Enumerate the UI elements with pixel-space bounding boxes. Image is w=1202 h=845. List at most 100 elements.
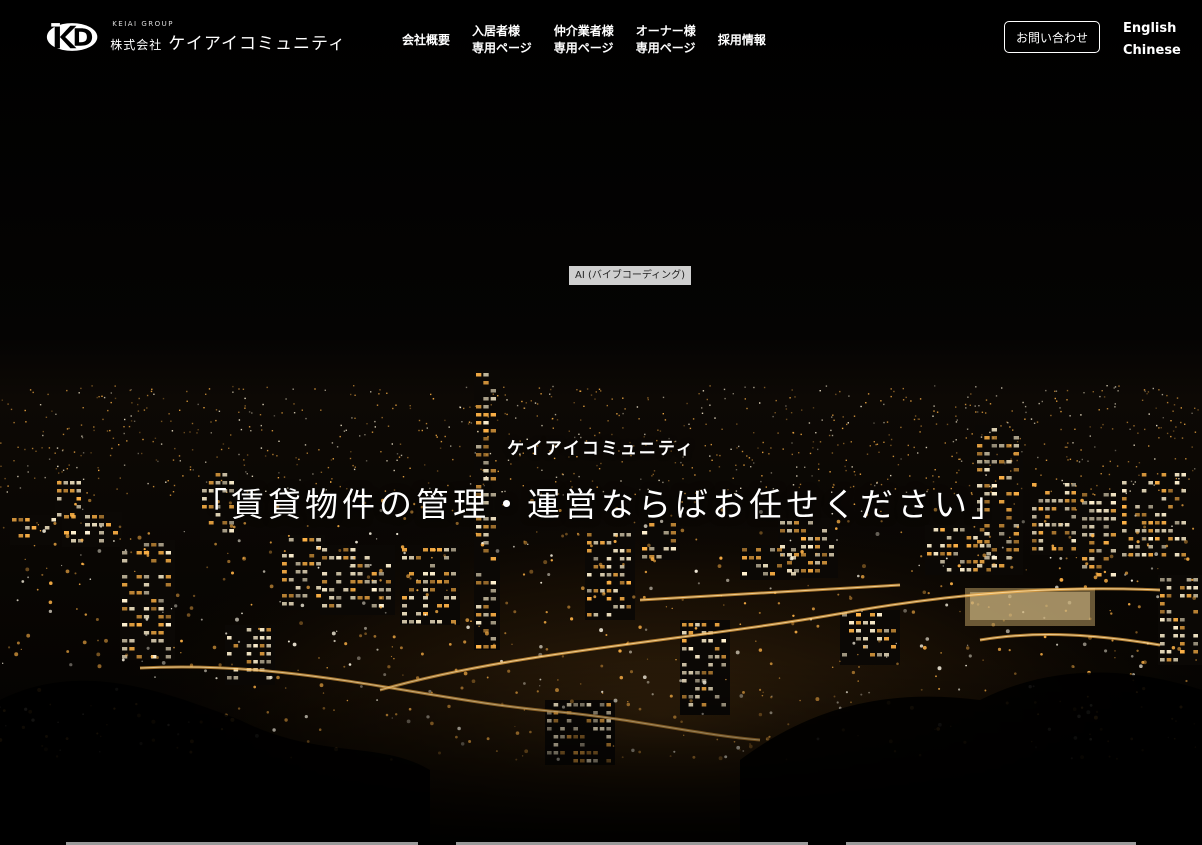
street-light <box>561 655 565 658</box>
window-light <box>977 564 983 568</box>
window-light <box>1168 529 1173 533</box>
window-light <box>259 628 265 632</box>
street-light <box>33 544 36 547</box>
street-light <box>1051 544 1055 548</box>
window-light <box>71 531 76 535</box>
nav-owner[interactable]: オーナー様 専用ページ <box>636 23 696 57</box>
nav-resident[interactable]: 入居者様 専用ページ <box>472 23 532 57</box>
street-light <box>318 657 320 659</box>
city-light <box>636 406 639 408</box>
city-light <box>421 429 423 432</box>
window-light <box>1082 565 1088 569</box>
city-light <box>638 418 640 420</box>
main-nav: 会社概要 入居者様 専用ページ 仲介業者様 専用ページ オーナー様 専用ページ … <box>402 22 788 58</box>
window-light <box>801 545 806 549</box>
city-light <box>1118 385 1120 387</box>
lang-english-link[interactable]: English <box>1123 18 1181 40</box>
city-light <box>652 473 654 476</box>
nav-recruit[interactable]: 採用情報 <box>718 32 766 49</box>
city-light <box>956 419 958 421</box>
city-light <box>1030 418 1033 420</box>
window-light <box>385 580 391 584</box>
window-light <box>688 623 694 627</box>
window-light <box>742 556 747 560</box>
city-light <box>1144 428 1146 431</box>
street-light <box>1075 556 1078 559</box>
window-light <box>714 623 720 627</box>
street-light <box>1146 544 1149 547</box>
window-light <box>1071 531 1076 535</box>
window-light <box>430 580 435 584</box>
city-light <box>444 419 446 422</box>
city-light <box>262 403 264 406</box>
street-light <box>262 570 266 573</box>
nav-agent[interactable]: 仲介業者様 専用ページ <box>554 23 614 57</box>
city-light <box>1011 410 1013 412</box>
window-light <box>1032 547 1037 551</box>
city-light <box>554 413 557 416</box>
street-light <box>74 572 77 575</box>
window-light <box>322 604 328 608</box>
city-light <box>622 412 624 415</box>
street-light <box>1082 642 1087 647</box>
window-light <box>587 613 592 617</box>
street-light <box>353 588 356 591</box>
window-light <box>437 604 442 608</box>
city-light <box>1184 423 1186 425</box>
window-light <box>143 631 150 635</box>
city-light <box>846 423 848 426</box>
city-light <box>354 394 356 396</box>
street-light <box>170 608 173 610</box>
window-light <box>1193 642 1198 646</box>
window-light <box>626 533 631 537</box>
window-light <box>151 631 157 635</box>
window-light <box>721 655 726 659</box>
window-light <box>870 653 875 657</box>
street-light <box>124 549 127 551</box>
city-light <box>1113 387 1115 389</box>
window-light <box>863 637 868 641</box>
window-light <box>476 581 482 585</box>
lang-chinese-link[interactable]: Chinese <box>1123 40 1181 62</box>
window-light <box>891 645 896 649</box>
city-light <box>273 415 276 417</box>
window-light <box>1071 547 1076 551</box>
window-light <box>151 607 157 611</box>
city-light <box>1172 410 1174 412</box>
contact-button[interactable]: お問い合わせ <box>1004 21 1100 53</box>
window-light <box>973 560 978 564</box>
window-light <box>606 597 612 601</box>
city-light <box>146 407 148 409</box>
city-light <box>732 393 734 395</box>
city-light <box>27 465 29 467</box>
city-light <box>477 430 479 433</box>
window-light <box>856 629 861 633</box>
nav-company[interactable]: 会社概要 <box>402 32 450 49</box>
city-light <box>1033 422 1036 424</box>
window-light <box>246 628 252 632</box>
city-light <box>965 407 967 409</box>
window-light <box>288 594 294 598</box>
window-light <box>613 573 618 577</box>
window-light <box>946 552 952 556</box>
window-light <box>593 557 599 561</box>
city-light <box>873 422 875 424</box>
window-light <box>490 389 496 393</box>
city-light <box>989 403 992 405</box>
window-light <box>253 644 258 648</box>
city-light <box>353 385 355 387</box>
street-light <box>448 643 452 646</box>
street-light <box>900 531 903 534</box>
logo-link[interactable]: KEIAI GROUP 株式会社 ケイアイコミュニティ <box>46 18 346 56</box>
window-light <box>490 597 496 601</box>
street-light <box>1059 578 1064 582</box>
street-light <box>945 603 949 607</box>
window-light <box>165 655 171 659</box>
window-light <box>158 551 164 555</box>
window-light <box>165 559 171 563</box>
street-light <box>628 650 633 654</box>
street-light <box>299 621 303 625</box>
city-light <box>890 395 892 398</box>
street-light <box>396 532 399 536</box>
city-light <box>29 389 32 391</box>
